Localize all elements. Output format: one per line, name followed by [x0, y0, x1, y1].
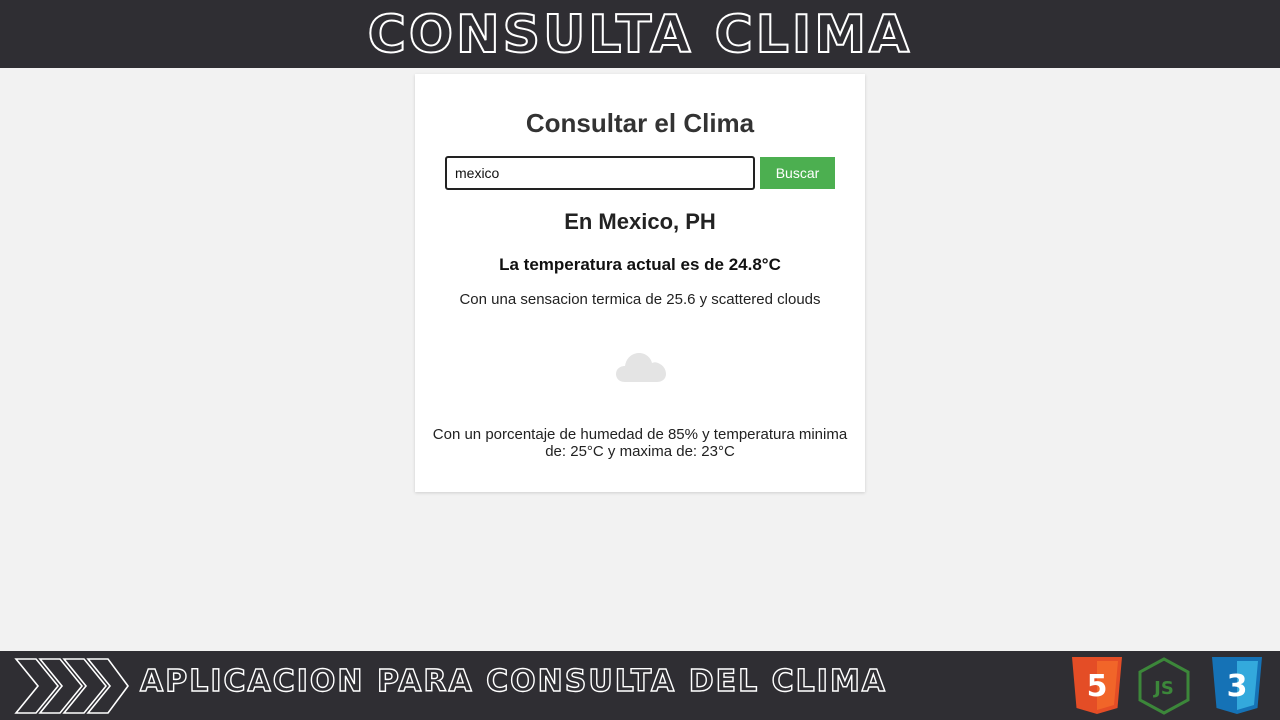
nodejs-logo: JS	[1138, 657, 1190, 715]
svg-text:3: 3	[1227, 669, 1248, 704]
humidity-text: Con un porcentaje de humedad de 85% y te…	[432, 426, 848, 460]
cloud-icon	[616, 353, 666, 382]
bottom-banner: APLICACION PARA CONSULTA DEL CLIMA 5 JS …	[0, 651, 1280, 720]
temperature-text: La temperatura actual es de 24.8°C	[499, 255, 781, 274]
svg-text:5: 5	[1087, 669, 1108, 704]
weather-card: Consultar el Clima Buscar En Mexico, PH …	[415, 74, 865, 492]
svg-text:JS: JS	[1152, 678, 1174, 699]
html5-logo: 5	[1072, 657, 1122, 714]
chevrons-icon	[14, 658, 129, 714]
footer-title: APLICACION PARA CONSULTA DEL CLIMA	[139, 664, 888, 699]
banner-title: CONSULTA CLIMA	[367, 5, 913, 65]
city-search-input[interactable]	[445, 156, 755, 190]
location-heading: En Mexico, PH	[564, 209, 716, 234]
css3-logo: 3	[1212, 657, 1262, 714]
top-banner: CONSULTA CLIMA	[0, 0, 1280, 68]
card-title: Consultar el Clima	[525, 108, 755, 138]
search-button[interactable]: Buscar	[760, 157, 835, 189]
feels-like-text: Con una sensacion termica de 25.6 y scat…	[459, 291, 821, 308]
